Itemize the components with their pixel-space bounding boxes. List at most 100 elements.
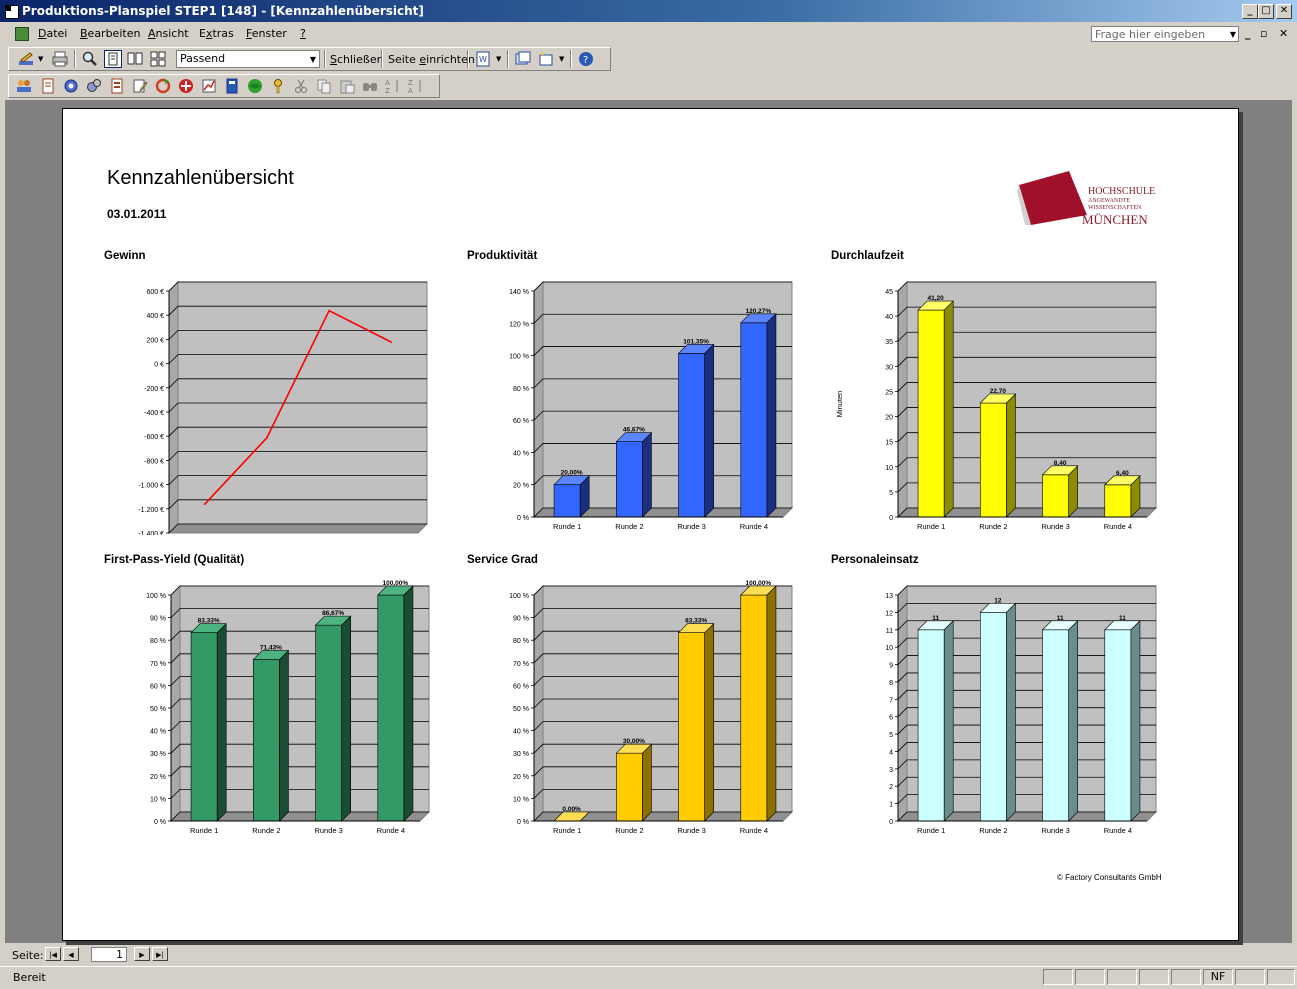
data-label: 11 [932,615,939,622]
document-list-icon[interactable] [109,78,125,94]
y-tick-label: 90 % [513,616,529,623]
page-number-input[interactable]: 1 [91,947,127,962]
refresh-icon[interactable] [155,78,171,94]
chevron-down-icon[interactable]: ▼ [559,55,564,63]
y-tick-label: 60 % [513,683,529,690]
database-window-icon[interactable] [515,51,531,67]
bar-side [216,622,227,822]
app-icon[interactable] [5,5,19,19]
globe-icon[interactable] [247,78,263,94]
x-tick-label: Runde 1 [917,522,945,531]
svg-text:A: A [385,79,390,87]
paste-icon[interactable] [339,78,355,94]
y-tick-label: -600 € [144,434,164,441]
y-tick-label: 35 [885,339,893,346]
book-icon[interactable] [224,78,240,94]
word-export-icon[interactable]: W [475,51,491,67]
report-icon[interactable] [40,78,56,94]
edit-icon[interactable] [132,78,148,94]
print-icon[interactable] [52,51,68,67]
menu-ansicht[interactable]: Ansicht [148,27,189,40]
menu-help[interactable]: ? [300,27,306,40]
bar-side [704,622,714,822]
sort-descending-icon[interactable]: ZA [408,78,424,94]
y-tick-label: 40 % [513,450,529,457]
y-tick-label: 100 % [509,354,529,361]
zoom-icon[interactable] [82,51,98,67]
chart-title-gewinn: Gewinn [104,250,146,262]
one-page-icon[interactable] [104,50,122,68]
users-icon[interactable] [16,78,32,94]
add-icon[interactable] [178,78,194,94]
status-cell [1139,969,1169,985]
maximize-button[interactable]: □ [1258,4,1274,19]
gear-icon[interactable] [63,78,79,94]
chevron-down-icon[interactable]: ▼ [496,55,501,63]
report-page: Kennzahlenübersicht 03.01.2011 HOCHSCHUL… [62,108,1239,941]
chevron-down-icon[interactable]: ▼ [38,55,43,63]
document-icon[interactable] [15,27,29,41]
x-tick-label: Runde 4 [1104,826,1132,835]
gears-icon[interactable] [86,78,102,94]
bar [190,632,218,822]
close-preview-button[interactable]: Schließen [330,53,384,66]
chevron-down-icon[interactable]: ▼ [310,52,316,68]
x-tick-label: Runde 3 [677,522,705,531]
data-label: 71,43% [260,645,282,652]
y-tick-label: 20 % [150,774,166,781]
data-label: 11 [1119,615,1126,622]
x-tick-label: Runde 1 [917,826,945,835]
last-page-button[interactable]: ▶| [152,947,168,961]
help-search-input[interactable]: Frage hier eingeben ▼ [1091,26,1239,42]
key-icon[interactable] [270,78,286,94]
menu-bearbeiten[interactable]: Bearbeiten [80,27,140,40]
y-tick-label: 70 % [150,661,166,668]
x-tick-label: Runde 3 [1041,522,1069,531]
two-pages-icon[interactable] [127,51,143,67]
sort-ascending-icon[interactable]: AZ [385,78,401,94]
logo-line-4: MÜNCHEN [1082,212,1148,227]
y-tick-label: 6 [889,715,893,722]
menu-datei[interactable]: Datei [38,27,67,40]
new-object-icon[interactable] [538,51,554,67]
previous-page-button[interactable]: ◀ [63,947,79,961]
cut-icon[interactable] [293,78,309,94]
chart-durchlaufzeit: 45 40 35 30 25 20 15 10 5 0 Minuten 41,20 Runde 1 22,… [835,280,1158,531]
y-tick-label: -1.000 € [138,483,164,490]
chart-personaleinsatz: 13121110987654321011Runde 112Runde 211Ru… [885,584,1158,835]
report-date: 03.01.2011 [107,207,167,221]
page-label: Seite: [12,949,44,962]
x-tick-label: Runde 2 [979,522,1007,531]
page-setup-button[interactable]: Seite einrichten [388,53,475,66]
minimize-button[interactable]: _ [1242,4,1258,19]
help-icon[interactable]: ? [578,51,594,67]
copy-icon[interactable] [316,78,332,94]
status-cell [1043,969,1073,985]
chart-icon[interactable] [201,78,217,94]
close-button[interactable]: ✕ [1276,4,1292,19]
doc-minimize-button[interactable]: _ [1245,27,1251,40]
next-page-button[interactable]: ▶ [134,947,150,961]
x-tick-label: Runde 2 [615,522,643,531]
data-label: 0,00% [562,806,581,813]
resize-grip[interactable] [1267,969,1295,985]
menu-fenster[interactable]: Fenster [246,27,287,40]
y-tick-label: 10 [885,465,893,472]
doc-restore-button[interactable]: ▫ [1260,27,1267,40]
zoom-select[interactable]: Passend ▼ [176,50,320,68]
data-label: 120,27% [746,308,772,315]
menu-extras[interactable]: Extras [199,27,234,40]
y-tick-label: 40 % [150,729,166,736]
x-tick-label: Runde 2 [252,826,280,835]
y-tick-label: 1 [889,802,893,809]
bar-side [1130,620,1141,822]
y-tick-label: 4 [889,749,893,756]
bar-side [1068,620,1078,822]
doc-close-button[interactable]: ✕ [1279,27,1288,40]
y-tick-label: 30 % [150,751,166,758]
design-view-icon[interactable] [18,51,34,67]
multiple-pages-icon[interactable] [150,51,166,67]
find-icon[interactable] [362,78,378,94]
chevron-down-icon[interactable]: ▼ [1230,27,1236,43]
first-page-button[interactable]: |◀ [45,947,61,961]
